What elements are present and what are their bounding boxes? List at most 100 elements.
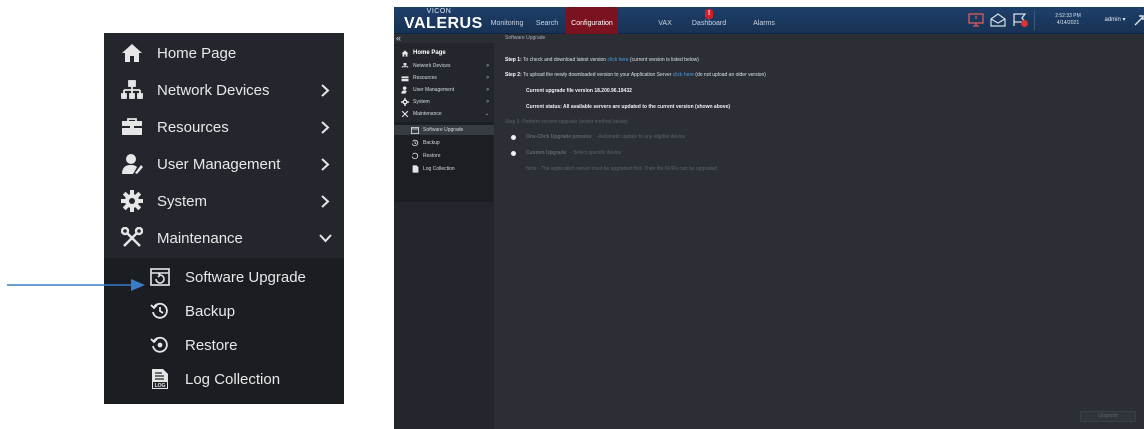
sidebar: Home Page Network Devices > Resources > … — [394, 43, 494, 429]
sidebar-subitem-backup[interactable]: Backup — [394, 138, 494, 148]
expand-icon[interactable] — [1134, 14, 1144, 26]
zoomed-sidebar: Home Page Network Devices Resources User… — [104, 33, 344, 404]
user-menu[interactable]: admin ▾ — [1098, 7, 1132, 34]
option-custom-upgrade[interactable]: Custom Upgrade - Select specific device — [511, 150, 621, 156]
zoom-subitem-label: Log Collection — [185, 370, 281, 388]
step-2-prefix: Step 2: — [505, 72, 522, 78]
step-1-prefix: Step 1: — [505, 57, 522, 63]
step-1-text: To check and download latest version — [521, 57, 608, 63]
log-file-icon: LOG — [148, 367, 172, 391]
zoom-item-maintenance[interactable]: Maintenance — [104, 220, 344, 256]
option-2-title: Custom Upgrade — [526, 150, 567, 156]
zoom-item-network-devices[interactable]: Network Devices — [104, 72, 344, 108]
step-3: Step 3: Perform version upgrade (select … — [505, 119, 628, 125]
sidebar-item-label: Home Page — [413, 50, 446, 56]
tools-icon — [401, 110, 409, 118]
log-file-icon — [411, 165, 419, 173]
backup-icon — [148, 299, 172, 323]
sidebar-item-label: User Management — [413, 87, 455, 93]
logo-main-text: VALERUS — [404, 15, 483, 32]
current-version: Current upgrade file version 18.200.96.1… — [526, 88, 632, 94]
tools-icon — [120, 226, 144, 250]
zoom-subitem-log-collection[interactable]: LOG Log Collection — [104, 362, 344, 396]
chevron-right-icon — [318, 120, 332, 134]
zoom-item-system[interactable]: System — [104, 183, 344, 219]
upgrade-note: Note - The application server must be up… — [526, 166, 718, 172]
step-1: Step 1: To check and download latest ver… — [505, 57, 699, 63]
zoom-subitem-restore[interactable]: Restore — [104, 328, 344, 362]
tab-dashboard[interactable]: ! Dashboard — [686, 7, 732, 34]
app-window: VICON VALERUS Monitoring Search Configur… — [394, 7, 1144, 429]
sidebar-item-system[interactable]: System > — [394, 97, 494, 107]
main-content: Step 1: To check and download latest ver… — [498, 43, 1144, 429]
sidebar-item-label: Resources — [413, 75, 437, 81]
option-2-desc: - Select specific device — [570, 150, 622, 156]
dashboard-alert-badge: ! — [705, 9, 713, 19]
monitor-alert-icon[interactable] — [968, 13, 984, 27]
breadcrumb: Software Upgrade — [505, 35, 546, 41]
gear-icon — [401, 98, 409, 106]
sidebar-item-resources[interactable]: Resources > — [394, 73, 494, 83]
chevron-down-icon — [318, 231, 332, 245]
backup-icon — [411, 139, 419, 147]
log-icon-text: LOG — [155, 383, 166, 389]
sidebar-subitem-restore[interactable]: Restore — [394, 151, 494, 161]
tab-alarms[interactable]: Alarms — [746, 7, 782, 34]
zoom-item-resources[interactable]: Resources — [104, 109, 344, 145]
step-2-suffix: (do not upload an older version) — [693, 72, 766, 78]
radio-icon[interactable] — [511, 150, 516, 156]
sidebar-item-maintenance[interactable]: Maintenance ⌄ — [394, 109, 494, 119]
zoom-subitem-label: Backup — [185, 302, 236, 320]
clock: 2:52:33 PM 4/14/2021 — [1045, 13, 1091, 27]
home-icon — [401, 49, 409, 57]
network-icon — [401, 62, 409, 70]
option-1-title: One-Click Upgrade process — [526, 134, 592, 140]
logo: VICON VALERUS — [404, 8, 483, 32]
zoom-item-label: System — [157, 192, 208, 210]
sidebar-item-user-management[interactable]: User Management > — [394, 85, 494, 95]
step-2-link[interactable]: click here — [673, 72, 694, 78]
zoom-item-home-page[interactable]: Home Page — [104, 35, 344, 71]
user-icon — [120, 152, 144, 176]
stage: Home Page Network Devices Resources User… — [0, 0, 1144, 429]
clock-time: 2:52:33 PM — [1055, 13, 1081, 19]
sidebar-subitem-label: Backup — [423, 140, 440, 146]
radio-icon[interactable] — [511, 134, 516, 140]
tab-vax[interactable]: VAX — [652, 7, 678, 34]
tab-monitoring[interactable]: Monitoring — [486, 7, 528, 34]
clock-divider — [1034, 11, 1035, 30]
mail-icon[interactable] — [990, 13, 1006, 27]
sidebar-subitem-software-upgrade[interactable]: Software Upgrade — [394, 125, 494, 135]
upgrade-icon — [148, 265, 172, 289]
restore-icon — [411, 152, 419, 160]
sidebar-subitem-label: Software Upgrade — [423, 127, 464, 133]
chevron-right-icon — [318, 194, 332, 208]
tab-dashboard-label: Dashboard — [691, 20, 727, 27]
sidebar-item-home-page[interactable]: Home Page — [394, 48, 494, 58]
sidebar-item-label: System — [413, 99, 430, 105]
toolbox-icon — [120, 115, 144, 139]
upgrade-button[interactable]: Upgrade — [1080, 411, 1136, 422]
upgrade-icon — [411, 126, 419, 134]
tab-configuration[interactable]: Configuration — [566, 7, 618, 34]
chevron-right-icon: > — [486, 87, 489, 93]
sidebar-item-network-devices[interactable]: Network Devices > — [394, 61, 494, 71]
zoom-subitem-label: Restore — [185, 336, 238, 354]
sidebar-subitem-log-collection[interactable]: Log Collection — [394, 164, 494, 174]
chevron-right-icon — [318, 83, 332, 97]
pointer-arrow — [7, 279, 145, 291]
zoom-subitem-backup[interactable]: Backup — [104, 294, 344, 328]
flag-badge — [1021, 20, 1028, 27]
zoom-item-label: Network Devices — [157, 81, 270, 99]
chevron-right-icon: > — [486, 75, 489, 81]
option-one-click-upgrade[interactable]: One-Click Upgrade process - Automatic up… — [511, 134, 685, 140]
user-icon — [401, 86, 409, 94]
zoom-item-user-management[interactable]: User Management — [104, 146, 344, 182]
tab-search[interactable]: Search — [530, 7, 564, 34]
sidebar-subitem-label: Restore — [423, 153, 441, 159]
restore-icon — [148, 333, 172, 357]
zoom-item-label: Home Page — [157, 44, 237, 62]
step-1-link[interactable]: click here — [607, 57, 628, 63]
network-icon — [120, 78, 144, 102]
collapse-sidebar-button[interactable]: « — [396, 34, 408, 43]
